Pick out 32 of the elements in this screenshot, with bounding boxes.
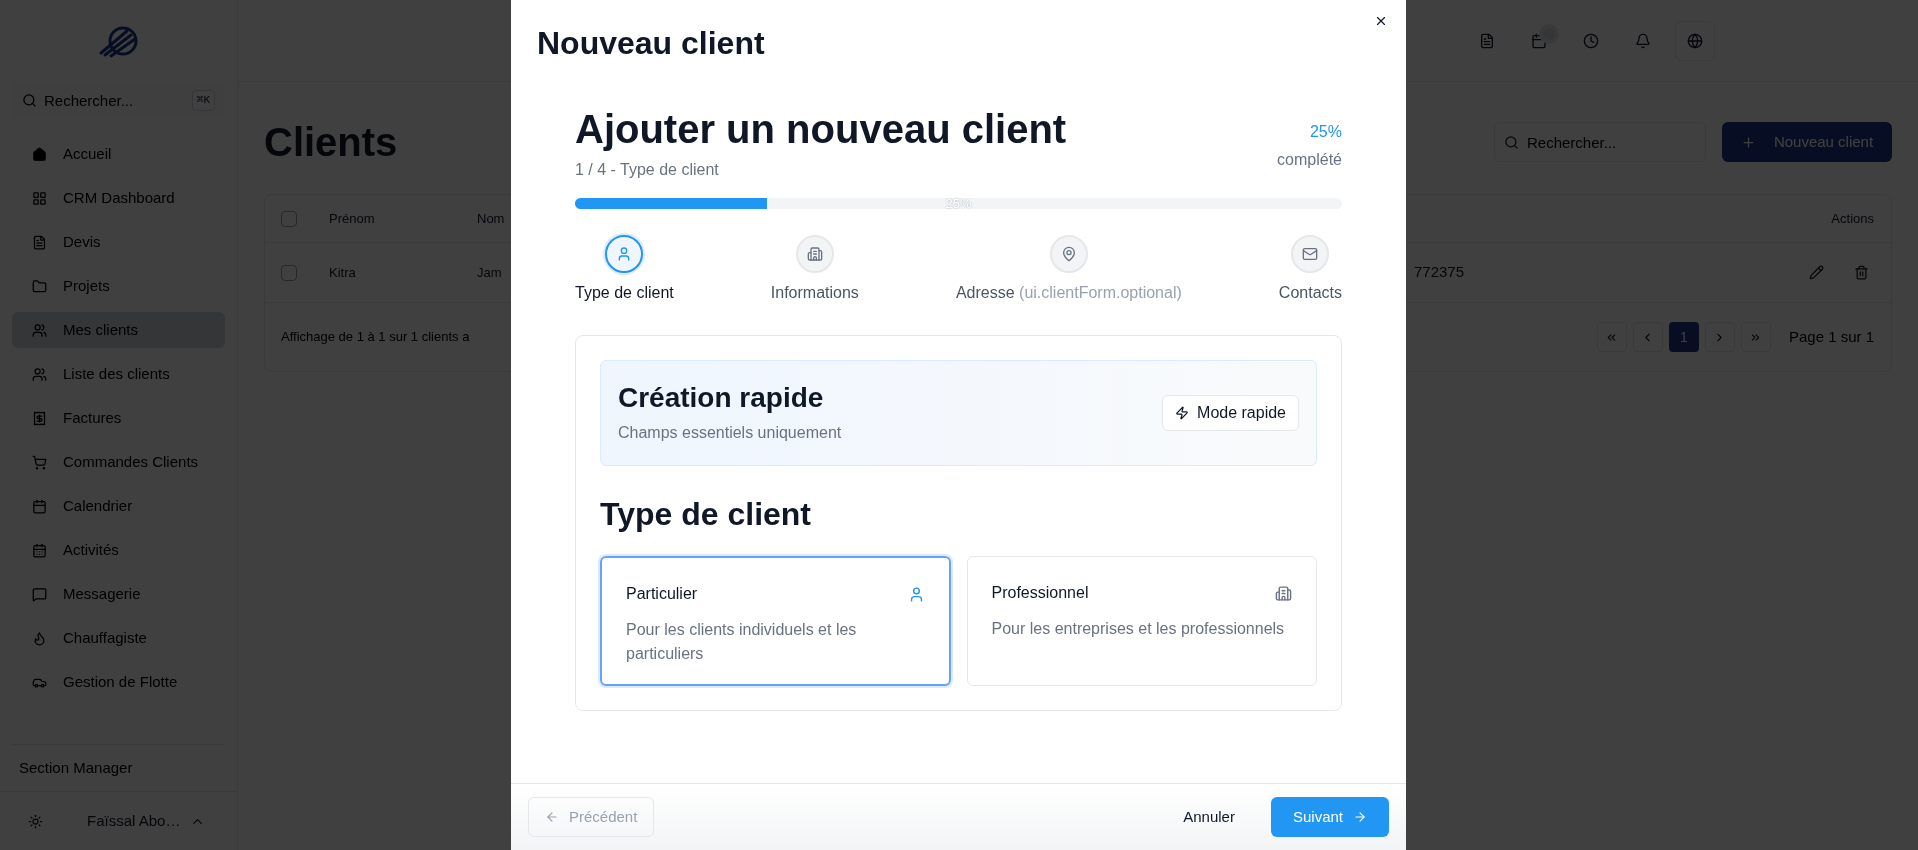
- table-cell: 772375: [1414, 263, 1465, 281]
- dialog-title: Nouveau client: [537, 24, 765, 62]
- quick-mode-button[interactable]: Mode rapide: [1162, 395, 1299, 431]
- page-summary: Page 1 sur 1: [1788, 326, 1874, 347]
- column-header: Nom: [477, 210, 505, 226]
- map-pin-icon: [1060, 246, 1077, 262]
- client-type-option[interactable]: Particulier Pour les clients individuels et les particuliers: [600, 556, 951, 686]
- lightning-icon: [1175, 406, 1190, 420]
- next-button[interactable]: Suivant: [1270, 797, 1389, 837]
- section-title: Type de client: [600, 495, 812, 534]
- form-heading: Ajouter un nouveau client: [575, 106, 1067, 152]
- cancel-button[interactable]: Annuler: [1167, 797, 1251, 837]
- step-label: Contacts: [1278, 283, 1342, 303]
- table-cell: Kitra: [329, 264, 356, 280]
- percent-text: 25%: [1309, 122, 1342, 142]
- step-label: Informations: [770, 283, 859, 303]
- step-label: Adresse (ui.clientForm.optional): [955, 283, 1182, 303]
- banner-title: Création rapide: [618, 381, 825, 415]
- client-type-option[interactable]: Professionnel Pour les entreprises et les professionnels: [966, 556, 1317, 686]
- banner-subtitle: Champs essentiels uniquement: [618, 423, 842, 443]
- column-header: Actions: [1831, 210, 1874, 226]
- close-icon[interactable]: [1374, 14, 1388, 28]
- step-label: Type de client: [575, 283, 674, 303]
- column-header: Prénom: [329, 210, 375, 226]
- table-cell: Jam: [477, 264, 502, 280]
- mail-icon: [1302, 246, 1319, 262]
- percent-caption: complété: [1277, 150, 1342, 170]
- step-caption: 1 / 4 - Type de client: [575, 160, 720, 180]
- pagination-info: Affichage de 1 à 1 sur 1 clients a: [281, 328, 470, 347]
- page-title: Clients: [264, 119, 398, 166]
- building-icon: [1275, 584, 1292, 602]
- building-icon: [806, 246, 823, 262]
